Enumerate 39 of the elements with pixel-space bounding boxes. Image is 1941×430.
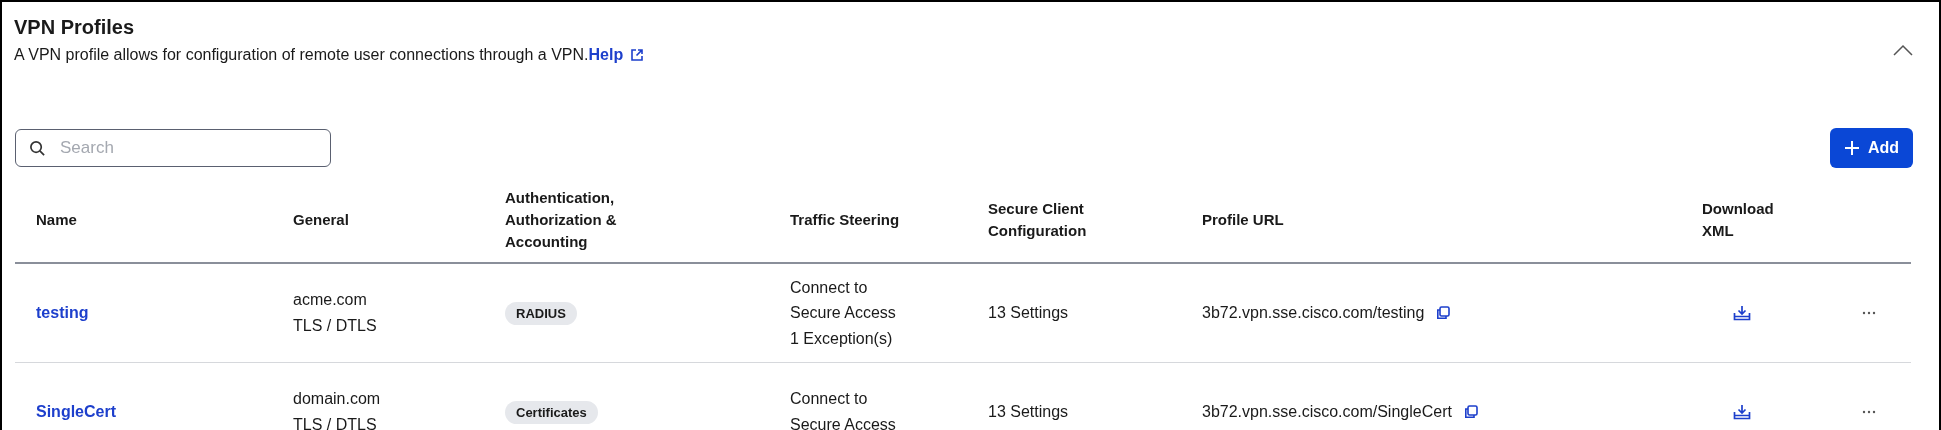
column-header: Name bbox=[36, 210, 77, 231]
add-button[interactable]: Add bbox=[1829, 128, 1913, 168]
table-cell-text: 1 Exception(s) bbox=[790, 328, 893, 349]
panel-title: VPN Profiles bbox=[14, 16, 136, 39]
column-header: Profile URL bbox=[1202, 210, 1284, 231]
table-cell: 13 Settings bbox=[988, 304, 1069, 322]
table-cell-text: Secure Access bbox=[790, 303, 896, 324]
table-cell-text: Secure Access bbox=[790, 415, 896, 430]
auth-badge: Certificates bbox=[505, 400, 598, 424]
more-options-icon[interactable] bbox=[1862, 311, 1876, 315]
copy-icon[interactable] bbox=[1463, 405, 1478, 419]
table-cell: 13 Settings bbox=[988, 403, 1069, 421]
table-cell-text: TLS / DTLS bbox=[293, 316, 377, 336]
panel-description: A VPN profile allows for configuration of remote user connections through a VPN. bbox=[14, 46, 589, 64]
table-cell-text: TLS / DTLS bbox=[293, 415, 377, 430]
table-cell-text: acme.com bbox=[293, 290, 367, 311]
column-header: Secure Client Configuration bbox=[988, 199, 1088, 241]
more-options-icon[interactable] bbox=[1862, 410, 1876, 414]
table-cell: 3b72.vpn.sse.cisco.com/testing bbox=[1202, 304, 1425, 322]
table-cell-text: domain.com bbox=[293, 389, 381, 410]
table-cell-text: Connect to bbox=[790, 389, 868, 410]
copy-icon[interactable] bbox=[1436, 306, 1451, 320]
search-field[interactable]: Search bbox=[15, 129, 331, 167]
download-icon[interactable] bbox=[1733, 305, 1751, 321]
table-cell: 3b72.vpn.sse.cisco.com/SingleCert bbox=[1202, 403, 1452, 421]
search-icon bbox=[29, 140, 46, 157]
external-link-icon bbox=[630, 48, 645, 62]
column-header: Authentication, Authorization & Accounting bbox=[505, 188, 618, 252]
plus-icon bbox=[1843, 140, 1860, 156]
column-header: Download XML bbox=[1702, 199, 1775, 241]
table-cell-text: Connect to bbox=[790, 277, 868, 298]
help-link[interactable]: Help bbox=[588, 46, 624, 64]
profile-name-link[interactable]: testing bbox=[36, 304, 89, 322]
column-header: Traffic Steering bbox=[790, 210, 900, 231]
download-icon[interactable] bbox=[1733, 404, 1751, 420]
profile-name-link[interactable]: SingleCert bbox=[36, 403, 116, 421]
collapse-chevron-icon[interactable] bbox=[1893, 44, 1913, 56]
auth-badge: RADIUS bbox=[505, 301, 577, 325]
column-header: General bbox=[293, 210, 349, 231]
